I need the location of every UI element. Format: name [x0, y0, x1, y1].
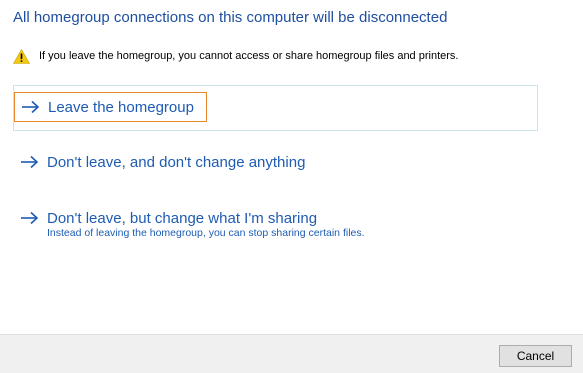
leave-homegroup-option[interactable]: Leave the homegroup	[13, 85, 538, 131]
arrow-right-icon	[21, 100, 40, 114]
leave-homegroup-dialog: All homegroup connections on this comput…	[0, 0, 583, 373]
arrow-right-icon	[20, 155, 39, 169]
option-label: Leave the homegroup	[48, 98, 194, 116]
warning-text: If you leave the homegroup, you cannot a…	[39, 50, 459, 62]
cancel-button[interactable]: Cancel	[499, 345, 572, 367]
option-label: Don't leave, but change what I'm sharing	[47, 209, 318, 227]
focus-outline: Leave the homegroup	[14, 92, 207, 122]
page-title: All homegroup connections on this comput…	[13, 9, 448, 26]
arrow-right-icon	[20, 211, 39, 225]
warning-icon	[13, 48, 30, 64]
dialog-footer: Cancel	[0, 334, 583, 373]
option-label: Don't leave, and don't change anything	[47, 153, 306, 171]
change-sharing-option[interactable]: Don't leave, but change what I'm sharing…	[13, 204, 538, 248]
warning-message: If you leave the homegroup, you cannot a…	[13, 47, 458, 65]
option-description: Instead of leaving the homegroup, you ca…	[47, 227, 365, 239]
dont-leave-option[interactable]: Don't leave, and don't change anything	[13, 148, 538, 178]
option-line: Don't leave, and don't change anything	[14, 149, 537, 175]
